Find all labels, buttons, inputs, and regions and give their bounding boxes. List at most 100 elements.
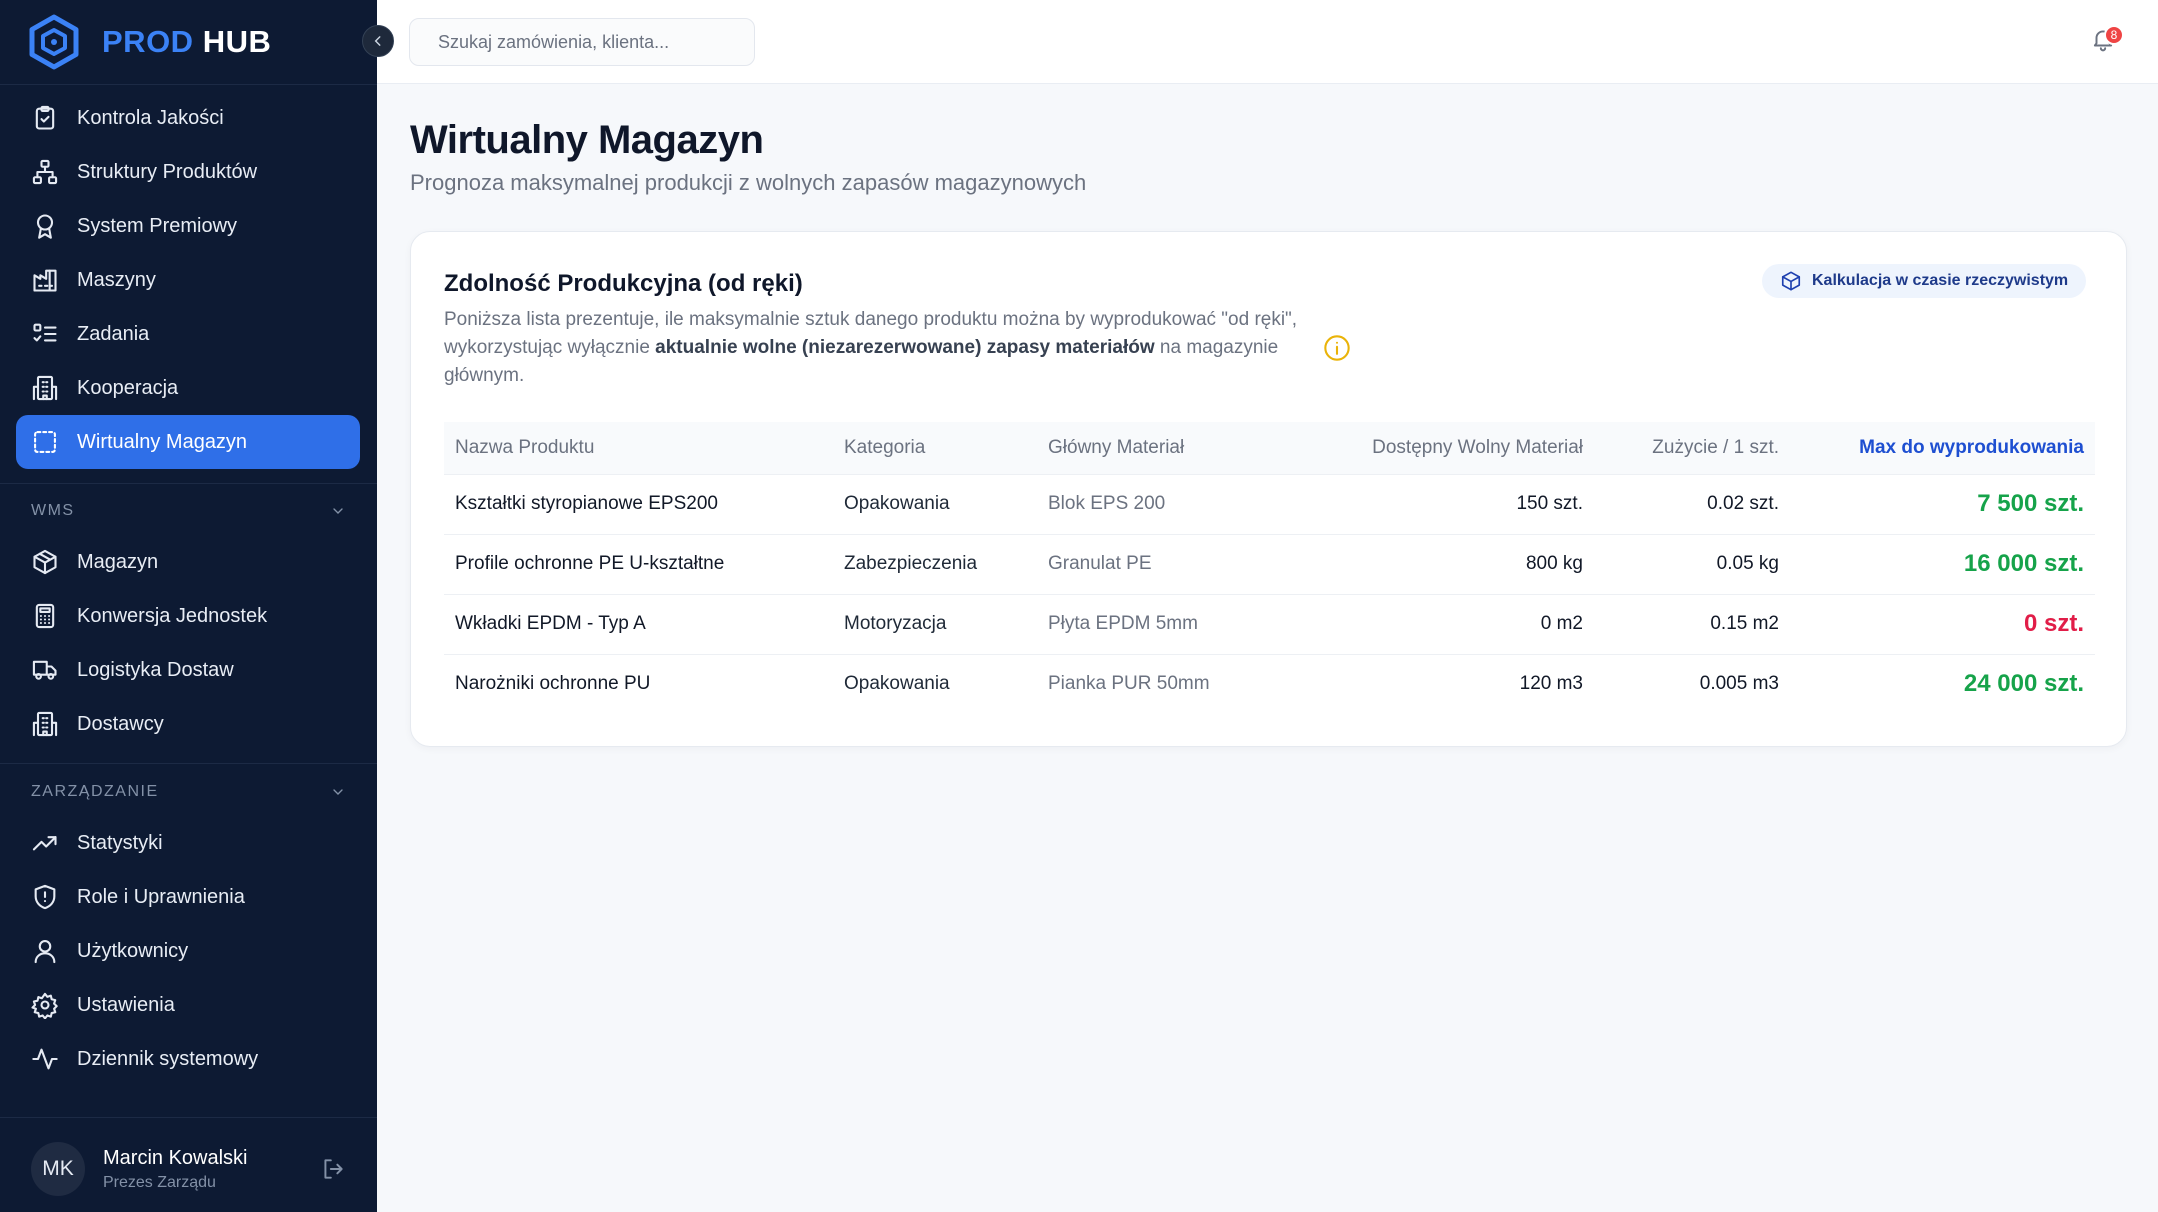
sidebar-item-ustawienia[interactable]: Ustawienia — [16, 978, 360, 1032]
sidebar-item-label: Użytkownicy — [77, 939, 189, 962]
cell-category: Opakowania — [844, 493, 950, 514]
building-icon — [32, 711, 58, 737]
table-row[interactable]: Profile ochronne PE U-kształtne Zabezpie… — [444, 534, 2095, 594]
realtime-calculation-badge: Kalkulacja w czasie rzeczywistym — [1762, 264, 2087, 298]
sidebar-item-label: Role i Uprawnienia — [77, 885, 245, 908]
production-capacity-card: Zdolność Produkcyjna (od ręki) Poniższa … — [410, 231, 2127, 747]
sidebar-item-label: Dostawcy — [77, 712, 164, 735]
sidebar-item-label: Logistyka Dostaw — [77, 658, 234, 681]
top-bar: 8 — [377, 0, 2158, 84]
cell-available: 0 m2 — [1540, 613, 1583, 634]
task-list-icon — [33, 323, 57, 342]
sidebar-item-label: Konwersja Jednostek — [77, 604, 268, 627]
column-header-available[interactable]: Dostępny Wolny Materiał — [1286, 422, 1594, 474]
sidebar-item-wirtualny-magazyn[interactable]: Wirtualny Magazyn — [16, 415, 360, 469]
sidebar-item-zadania[interactable]: Zadania — [16, 307, 360, 361]
cell-material: Blok EPS 200 — [1048, 493, 1166, 514]
table-row[interactable]: Narożniki ochronne PU Opakowania Pianka … — [444, 654, 2095, 714]
cell-product-name: Profile ochronne PE U-kształtne — [455, 553, 725, 574]
app-logo[interactable]: PROD HUB — [28, 14, 271, 70]
sidebar-item-konwersja-jednostek[interactable]: Konwersja Jednostek — [16, 589, 360, 643]
sidebar-item-label: Ustawienia — [77, 993, 175, 1016]
cell-usage: 0.05 kg — [1716, 553, 1779, 574]
sidebar-item-uzytkownicy[interactable]: Użytkownicy — [16, 924, 360, 978]
building-icon — [32, 375, 58, 401]
cell-max-production: 24 000 szt. — [1963, 670, 2084, 698]
sidebar-item-label: System Premiowy — [77, 214, 238, 237]
factory-icon — [33, 269, 57, 292]
sidebar-item-label: Kooperacja — [77, 376, 179, 399]
avatar: MK — [31, 1142, 85, 1196]
cell-max-production: 0 szt. — [2023, 610, 2084, 637]
table-row[interactable]: Kształtki styropianowe EPS200 Opakowania… — [444, 474, 2095, 534]
section-toggle-wms[interactable]: WMS — [31, 502, 346, 520]
logout-icon[interactable] — [320, 1156, 346, 1182]
sidebar-item-system-premiowy[interactable]: System Premiowy — [16, 199, 360, 253]
package-icon — [1781, 271, 1801, 291]
cell-product-name: Narożniki ochronne PU — [455, 673, 651, 695]
package-icon — [33, 549, 57, 575]
sidebar-item-maszyny[interactable]: Maszyny — [16, 253, 360, 307]
sidebar-divider — [0, 763, 377, 764]
card-title: Zdolność Produkcyjna (od ręki) — [444, 270, 803, 297]
column-header-material[interactable]: Główny Materiał — [1037, 422, 1286, 474]
column-header-category[interactable]: Kategoria — [833, 422, 1037, 474]
section-label: ZARZĄDZANIE — [31, 783, 159, 800]
sidebar-item-label: Wirtualny Magazyn — [77, 430, 248, 453]
sidebar-item-label: Struktury Produktów — [77, 160, 258, 183]
sidebar-item-label: Zadania — [77, 322, 150, 345]
sidebar-collapse-button[interactable] — [362, 25, 394, 57]
sidebar-item-label: Dziennik systemowy — [77, 1047, 259, 1070]
sidebar-item-role-i-uprawnienia[interactable]: Role i Uprawnienia — [16, 870, 360, 924]
hexagon-logo-icon — [29, 14, 79, 70]
clipboard-check-icon — [35, 105, 55, 130]
cell-usage: 0.15 m2 — [1710, 613, 1779, 634]
cell-category: Motoryzacja — [844, 613, 947, 634]
sidebar-divider — [0, 483, 377, 484]
chevron-down-icon — [333, 508, 343, 514]
cell-material: Granulat PE — [1048, 553, 1152, 574]
cell-material: Pianka PUR 50mm — [1048, 673, 1210, 695]
sidebar-item-dziennik-systemowy[interactable]: Dziennik systemowy — [16, 1032, 360, 1086]
cell-category: Zabezpieczenia — [844, 553, 978, 574]
cell-available: 800 kg — [1525, 553, 1583, 574]
search-input[interactable] — [409, 18, 755, 66]
table-row[interactable]: Wkładki EPDM - Typ A Motoryzacja Płyta E… — [444, 594, 2095, 654]
notification-badge: 8 — [2104, 25, 2124, 45]
sidebar-item-struktury-produktow[interactable]: Struktury Produktów — [16, 145, 360, 199]
user-info: Marcin Kowalski Prezes Zarządu — [103, 1147, 247, 1192]
sidebar-item-magazyn[interactable]: Magazyn — [16, 535, 360, 589]
chevron-left-icon — [374, 36, 381, 46]
column-header-usage[interactable]: Zużycie / 1 szt. — [1594, 422, 1790, 474]
sidebar-item-dostawcy[interactable]: Dostawcy — [16, 697, 360, 751]
section-toggle-zarzadzanie[interactable]: ZARZĄDZANIE — [31, 783, 346, 801]
cell-usage: 0.005 m3 — [1699, 673, 1779, 695]
cell-max-production: 7 500 szt. — [1977, 490, 2084, 517]
column-header-max[interactable]: Max do wyprodukowania — [1790, 422, 2095, 474]
sidebar-item-label: Magazyn — [77, 550, 159, 573]
page-title: Wirtualny Magazyn — [410, 118, 764, 162]
section-label: WMS — [31, 502, 75, 519]
sidebar-divider — [0, 84, 377, 85]
cell-max-production: 16 000 szt. — [1963, 550, 2084, 577]
cell-usage: 0.02 szt. — [1707, 493, 1779, 514]
sidebar-item-statystyki[interactable]: Statystyki — [16, 816, 360, 870]
activity-icon — [32, 1048, 58, 1070]
sidebar-item-logistyka-dostaw[interactable]: Logistyka Dostaw — [16, 643, 360, 697]
user-profile[interactable]: MK Marcin Kowalski Prezes Zarządu — [31, 1142, 346, 1196]
brand-name: PROD HUB — [102, 24, 272, 59]
capacity-table: Nazwa Produktu Kategoria Główny Materiał… — [444, 422, 2095, 714]
gear-icon — [31, 992, 58, 1019]
chevron-down-icon — [333, 789, 343, 795]
cell-product-name: Kształtki styropianowe EPS200 — [455, 493, 718, 514]
sidebar-item-kontrola-jakosci[interactable]: Kontrola Jakości — [16, 91, 360, 145]
sidebar-item-kooperacja[interactable]: Kooperacja — [16, 361, 360, 415]
info-icon[interactable] — [1323, 334, 1351, 362]
page-subtitle: Prognoza maksymalnej produkcji z wolnych… — [410, 170, 1087, 195]
cell-available: 150 szt. — [1516, 493, 1583, 514]
column-header-name[interactable]: Nazwa Produktu — [444, 422, 833, 474]
cell-material: Płyta EPDM 5mm — [1048, 613, 1198, 634]
user-name: Marcin Kowalski — [103, 1146, 248, 1169]
calculator-icon — [35, 603, 55, 629]
sidebar-item-label: Statystyki — [77, 831, 163, 854]
